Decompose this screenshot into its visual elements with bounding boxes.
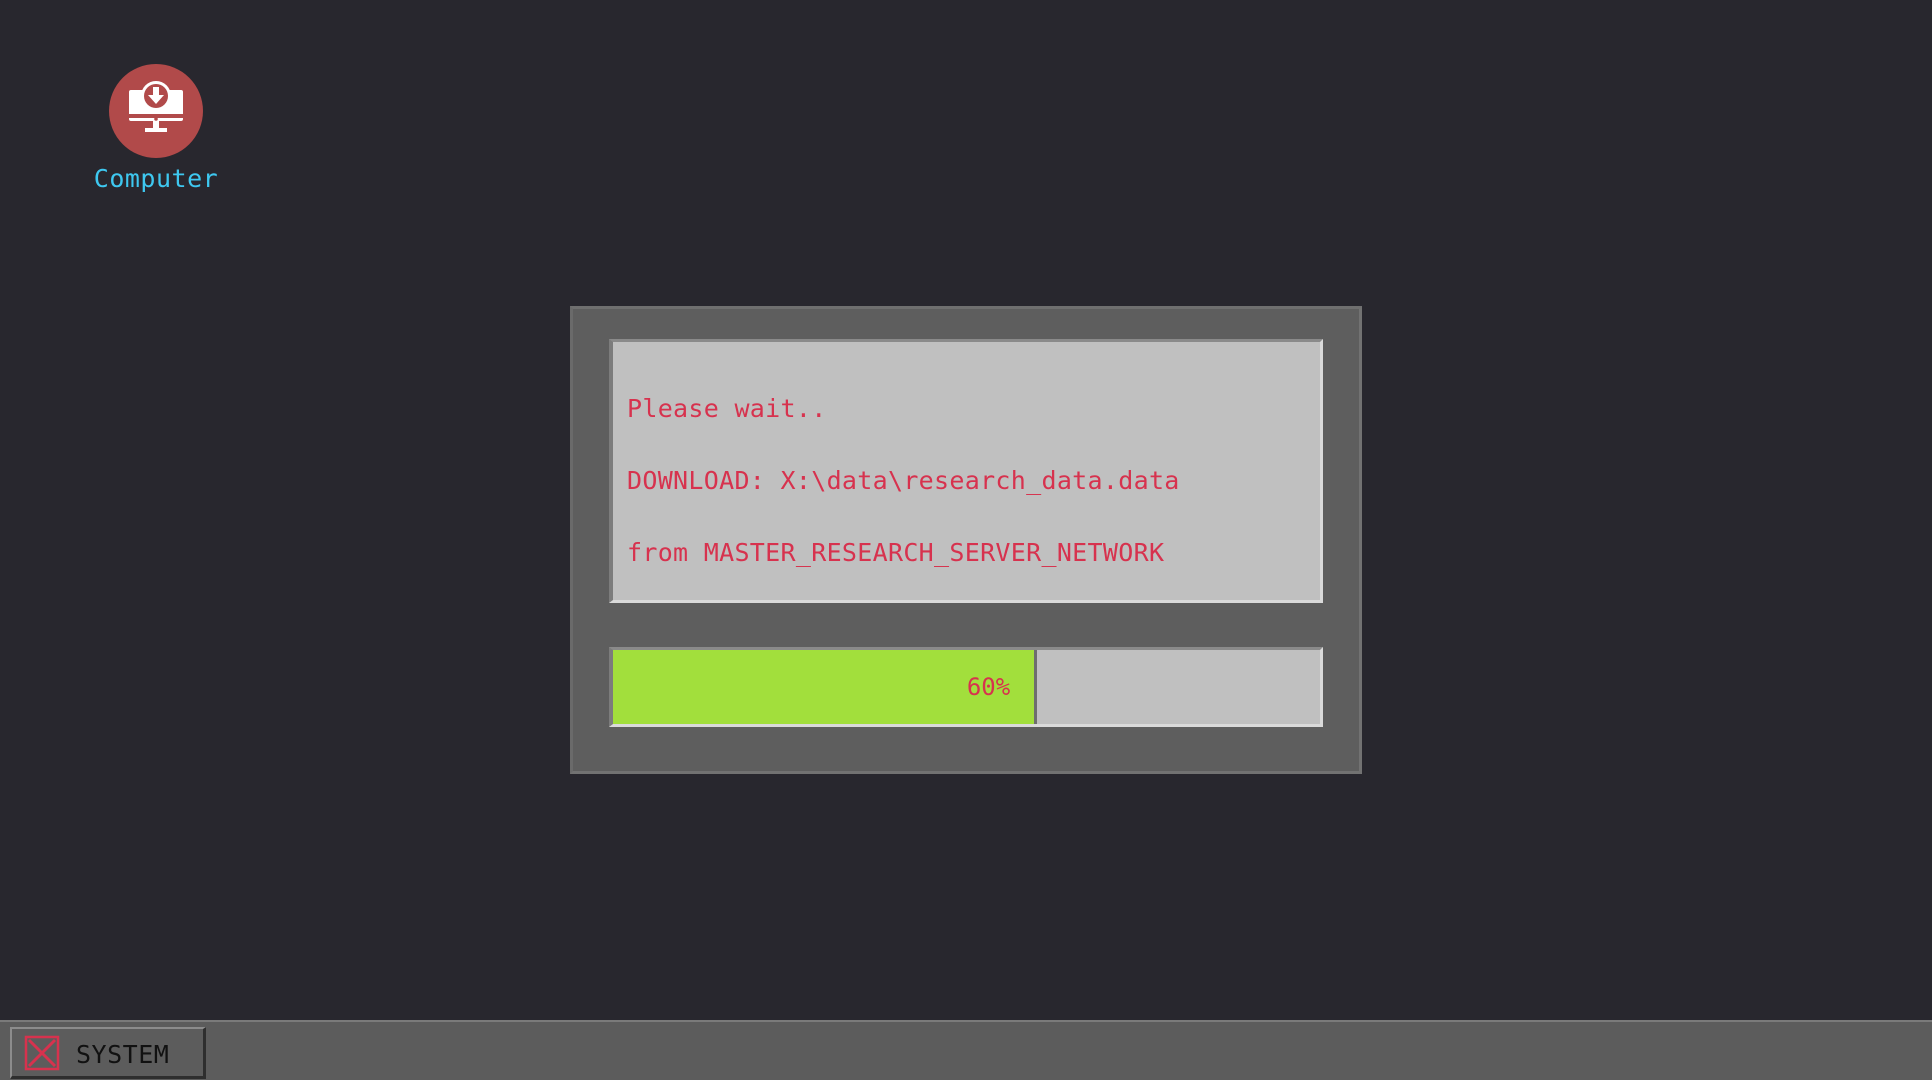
desktop-icon-computer[interactable]: Computer [76, 64, 236, 193]
progress-percent: 60% [966, 673, 1011, 701]
system-start-button[interactable]: SYSTEM [10, 1027, 206, 1079]
progress-fill: 60% [613, 650, 1038, 724]
download-path-text: DOWNLOAD: X:\data\research_data.data [627, 466, 1180, 495]
system-start-label: SYSTEM [76, 1040, 170, 1069]
close-x-icon [24, 1035, 60, 1071]
status-text: Please wait.. [627, 394, 827, 423]
taskbar: SYSTEM [0, 1020, 1932, 1080]
desktop: Computer Please wait.. DOWNLOAD: X:\data… [0, 0, 1932, 1020]
download-source-text: from MASTER_RESEARCH_SERVER_NETWORK [627, 538, 1165, 567]
computer-download-icon [109, 64, 203, 158]
progress-bar: 60% [609, 647, 1323, 727]
download-dialog: Please wait.. DOWNLOAD: X:\data\research… [570, 306, 1362, 774]
desktop-icon-label: Computer [93, 164, 219, 193]
message-box: Please wait.. DOWNLOAD: X:\data\research… [609, 339, 1323, 603]
